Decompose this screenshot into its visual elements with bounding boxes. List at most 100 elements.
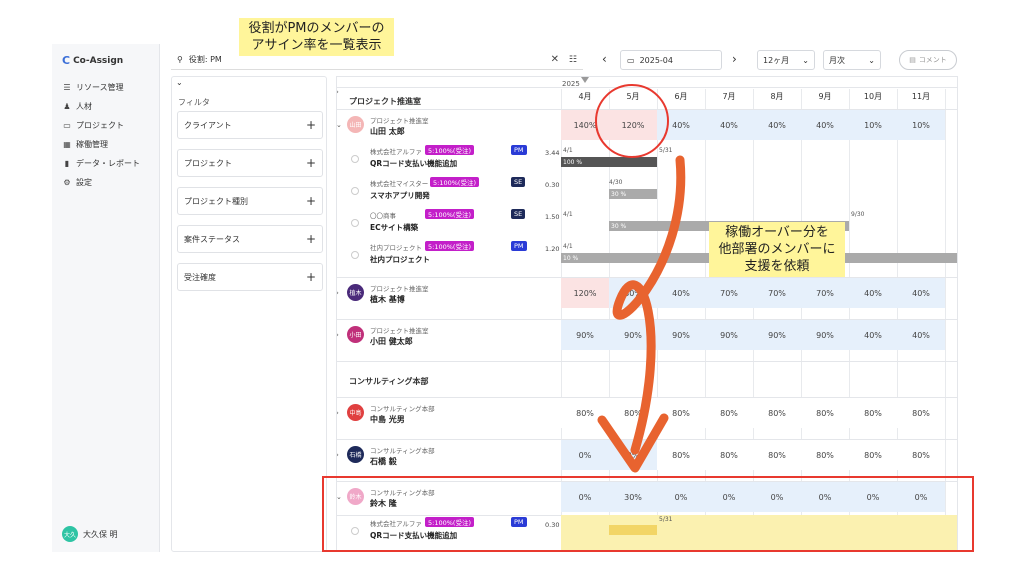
list-icon: ☰	[63, 83, 71, 92]
utilization-cell[interactable]: 40%	[801, 110, 849, 140]
role-tag: PM	[511, 145, 527, 155]
filter-label: 案件ステータス	[184, 234, 240, 244]
month-header: 8月	[770, 92, 784, 101]
project-status-dot[interactable]	[351, 187, 359, 195]
project-hours: 0.30	[545, 181, 560, 189]
filter-label: プロジェクト	[184, 158, 232, 168]
probability-tag: 5:100%(受注)	[425, 209, 474, 219]
month-header: 9月	[818, 92, 832, 101]
annotation-line: アサイン率を一覧表示	[251, 38, 382, 53]
span-select[interactable]: 12ヶ月 ⌄	[757, 50, 815, 70]
chevron-right-icon[interactable]: ›	[337, 331, 339, 339]
clear-icon[interactable]: ✕	[551, 54, 559, 65]
plus-icon: +	[305, 270, 316, 284]
person-dept: プロジェクト推進室	[370, 327, 429, 335]
utilization-cell[interactable]: 80%	[753, 440, 801, 470]
person-name[interactable]: 中島 光男	[370, 414, 405, 425]
project-name[interactable]: QRコード支払い機能追加	[370, 158, 457, 169]
annotation-line: 稼働オーバー分を	[725, 225, 829, 240]
plus-icon: +	[305, 194, 316, 208]
utilization-cell[interactable]: 70%	[801, 278, 849, 308]
comment-label: コメント	[918, 56, 947, 64]
avatar: 小田	[347, 326, 364, 343]
person-name[interactable]: 石橋 毅	[370, 456, 397, 467]
utilization-cell[interactable]: 70%	[753, 278, 801, 308]
project-name[interactable]: 社内プロジェクト	[370, 254, 430, 265]
project-status-dot[interactable]	[351, 219, 359, 227]
utilization-cell[interactable]: 80%	[849, 440, 897, 470]
utilization-cell[interactable]: 90%	[801, 320, 849, 350]
sidebar-item-label: リソース管理	[76, 83, 124, 92]
utilization-cell[interactable]: 80%	[897, 440, 945, 470]
annotation-top: 役割がPMのメンバーの アサイン率を一覧表示	[239, 18, 394, 56]
chevron-right-icon[interactable]: ›	[337, 451, 339, 459]
next-month-button[interactable]: ›	[732, 52, 737, 66]
sidebar-item-resource[interactable]: ☰ リソース管理	[62, 78, 140, 97]
utilization-cell[interactable]: 40%	[897, 278, 945, 308]
person-name[interactable]: 小田 健太郎	[370, 336, 413, 347]
utilization-cell[interactable]: 80%	[753, 398, 801, 428]
comment-button[interactable]: ▤ コメント	[899, 50, 957, 70]
sidebar-item-project[interactable]: ▭ プロジェクト	[62, 116, 140, 135]
utilization-cell[interactable]: 70%	[705, 278, 753, 308]
sidebar-item-people[interactable]: ♟ 人材	[62, 97, 140, 116]
filter-status[interactable]: 案件ステータス +	[177, 225, 323, 253]
month-header: 10月	[863, 92, 883, 101]
person-name[interactable]: 植木 基博	[370, 294, 405, 305]
sidebar-item-settings[interactable]: ⚙ 設定	[62, 173, 140, 192]
utilization-cell[interactable]: 80%	[801, 398, 849, 428]
filter-project[interactable]: プロジェクト +	[177, 149, 323, 177]
chevron-right-icon[interactable]: ›	[337, 88, 339, 96]
unit-select[interactable]: 月次 ⌄	[823, 50, 881, 70]
utilization-cell[interactable]: 90%	[705, 320, 753, 350]
app-name: Co-Assign	[73, 55, 124, 66]
project-status-dot[interactable]	[351, 155, 359, 163]
role-tag: PM	[511, 241, 527, 251]
utilization-cell[interactable]: 40%	[753, 110, 801, 140]
filter-client[interactable]: クライアント +	[177, 111, 323, 139]
month-header: 6月	[674, 92, 688, 101]
app-logo[interactable]: C Co-Assign	[62, 54, 123, 67]
filter-label: クライアント	[184, 120, 232, 130]
filter-title: フィルタ	[178, 98, 210, 107]
utilization-cell[interactable]: 40%	[849, 320, 897, 350]
probability-tag: 5:100%(受注)	[425, 241, 474, 251]
utilization-cell[interactable]: 80%	[849, 398, 897, 428]
utilization-cell[interactable]: 40%	[705, 110, 753, 140]
role-tag: SE	[511, 209, 526, 219]
search-input[interactable]: 役割: PM	[189, 54, 222, 65]
comment-icon: ▤	[909, 56, 916, 64]
sidebar-item-report[interactable]: ▮ データ・レポート	[62, 154, 140, 173]
project-name[interactable]: ECサイト構築	[370, 222, 418, 233]
month-picker[interactable]: ▭ 2025-04	[620, 50, 722, 70]
filter-probability[interactable]: 受注確度 +	[177, 263, 323, 291]
prev-month-button[interactable]: ‹	[602, 52, 607, 66]
chevron-down-icon[interactable]: ⌄	[337, 121, 342, 129]
current-user[interactable]: 大久 大久保 明	[62, 526, 118, 542]
sidebar-item-workload[interactable]: ▦ 稼働管理	[62, 135, 140, 154]
utilization-cell[interactable]: 90%	[753, 320, 801, 350]
tune-icon[interactable]: ☷	[569, 55, 577, 65]
span-value: 12ヶ月	[763, 55, 790, 65]
utilization-cell[interactable]: 10%	[849, 110, 897, 140]
document-icon: ▭	[63, 121, 71, 130]
utilization-cell[interactable]: 80%	[705, 440, 753, 470]
project-client: 株式会社アルファ	[370, 148, 422, 156]
utilization-cell[interactable]: 80%	[897, 398, 945, 428]
project-hours: 1.20	[545, 245, 560, 253]
project-name[interactable]: スマホアプリ開発	[370, 190, 430, 201]
chevron-right-icon[interactable]: ›	[337, 409, 339, 417]
utilization-cell[interactable]: 10%	[897, 110, 945, 140]
chevron-right-icon[interactable]: ›	[337, 289, 339, 297]
project-status-dot[interactable]	[351, 251, 359, 259]
chevron-down-icon[interactable]: ⌄	[176, 78, 183, 87]
utilization-cell[interactable]: 80%	[705, 398, 753, 428]
filter-label: 受注確度	[184, 272, 216, 282]
utilization-cell[interactable]: 80%	[801, 440, 849, 470]
person-name[interactable]: 山田 太郎	[370, 126, 405, 137]
filter-project-type[interactable]: プロジェクト種別 +	[177, 187, 323, 215]
annotation-line: 役割がPMのメンバーの	[248, 21, 385, 36]
utilization-cell[interactable]: 40%	[849, 278, 897, 308]
calendar-icon: ▦	[63, 140, 71, 149]
utilization-cell[interactable]: 40%	[897, 320, 945, 350]
